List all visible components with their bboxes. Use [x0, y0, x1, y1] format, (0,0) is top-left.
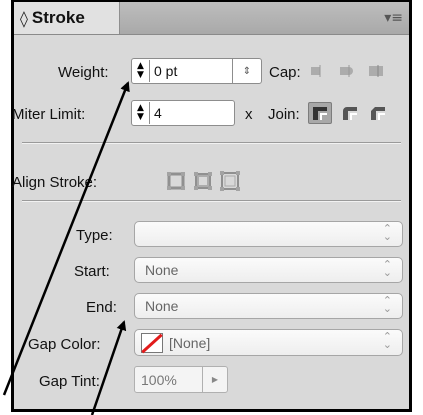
divider-1 — [22, 142, 401, 144]
align-center-icon — [167, 172, 185, 190]
miter-limit-label: Miter Limit: — [12, 106, 86, 123]
weight-field[interactable]: ▲ ▼ 0 pt ⇕ — [131, 58, 262, 84]
cap-round-button[interactable] — [335, 60, 359, 82]
panel-header: ◊ Stroke ▾≡ — [14, 2, 409, 35]
end-label: End: — [86, 299, 117, 316]
weight-stepper[interactable]: ▲ ▼ — [132, 60, 150, 82]
gap-tint-value: 100% — [141, 371, 177, 388]
projecting-cap-icon — [369, 65, 383, 77]
join-bevel-button[interactable] — [366, 102, 390, 124]
align-stroke-label: Align Stroke: — [12, 174, 98, 191]
join-miter-button[interactable] — [308, 102, 332, 124]
type-label: Type: — [76, 227, 113, 244]
start-value: None — [145, 262, 179, 278]
miter-join-icon — [313, 107, 327, 120]
gap-color-dropdown-arrows-icon: ⌃ ⌄ — [382, 330, 392, 351]
join-label: Join: — [268, 106, 300, 123]
weight-unit-dropdown[interactable]: ⇕ — [232, 59, 261, 83]
join-round-button[interactable] — [338, 102, 362, 124]
weight-value: 0 pt — [154, 63, 178, 79]
bevel-join-icon — [371, 107, 385, 120]
type-dropdown[interactable]: ⌃ ⌄ — [134, 221, 403, 247]
panel-tab-stroke[interactable]: ◊ Stroke — [14, 2, 120, 34]
stroke-panel: ◊ Stroke ▾≡ Weight: ▲ ▼ 0 pt ⇕ Cap: Miter… — [11, 0, 412, 412]
align-inside-icon — [194, 172, 212, 190]
align-center-button[interactable] — [164, 170, 188, 192]
end-dropdown-arrows-icon: ⌃ ⌄ — [382, 294, 392, 315]
start-label: Start: — [74, 263, 110, 280]
gap-tint-label: Gap Tint: — [39, 373, 100, 390]
align-outside-icon — [220, 171, 240, 191]
gap-color-label: Gap Color: — [28, 336, 101, 353]
end-dropdown[interactable]: None ⌃ ⌄ — [134, 293, 403, 319]
start-dropdown-arrows-icon: ⌃ ⌄ — [382, 258, 392, 279]
gap-tint-slider-button[interactable]: ▶ — [202, 367, 227, 392]
end-value: None — [145, 298, 179, 314]
align-outside-button[interactable] — [218, 170, 242, 192]
panel-menu-icon[interactable]: ▾≡ — [384, 10, 403, 26]
collapse-arrows-icon[interactable]: ◊ — [20, 9, 28, 28]
cap-butt-button[interactable] — [306, 60, 330, 82]
miter-limit-stepper[interactable]: ▲ ▼ — [132, 102, 150, 124]
cap-label: Cap: — [269, 64, 301, 81]
panel-title: Stroke — [31, 8, 85, 27]
butt-cap-icon — [311, 65, 321, 77]
weight-label: Weight: — [58, 64, 109, 81]
miter-limit-value: 4 — [154, 105, 162, 121]
align-inside-button[interactable] — [191, 170, 215, 192]
start-dropdown[interactable]: None ⌃ ⌄ — [134, 257, 403, 283]
gap-tint-field[interactable]: 100% ▶ — [134, 366, 228, 393]
miter-limit-field[interactable]: ▲ ▼ 4 — [131, 100, 235, 126]
gap-color-dropdown[interactable]: [None] ⌃ ⌄ — [134, 329, 403, 356]
miter-suffix: x — [245, 106, 253, 123]
none-swatch-icon — [141, 332, 163, 353]
divider-2 — [22, 200, 401, 202]
type-dropdown-arrows-icon: ⌃ ⌄ — [382, 222, 392, 243]
round-cap-icon — [340, 65, 353, 77]
cap-projecting-button[interactable] — [364, 60, 388, 82]
gap-color-value: [None] — [169, 334, 211, 351]
round-join-icon — [343, 107, 357, 120]
